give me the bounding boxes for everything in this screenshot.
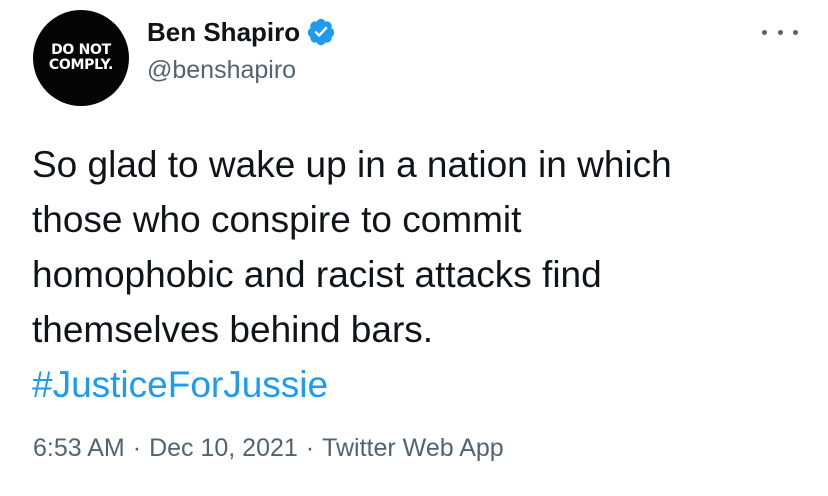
avatar-text-line-1: DO NOT (51, 42, 111, 58)
tweet-date-link[interactable]: Dec 10, 2021 (149, 434, 298, 462)
tweet-time-link[interactable]: 6:53 AM (33, 434, 125, 462)
tweet-text: So glad to wake up in a nation in which … (32, 137, 812, 412)
tweet-source-link[interactable]: Twitter Web App (322, 434, 504, 462)
user-handle[interactable]: @benshapiro (147, 54, 336, 86)
tweet-text-line: themselves behind bars. (32, 309, 434, 350)
tweet-text-line: homophobic and racist attacks find (32, 254, 602, 295)
avatar[interactable]: DO NOT COMPLY. (33, 10, 129, 106)
tweet-card: DO NOT COMPLY. Ben Shapiro @benshapiro S… (0, 0, 828, 496)
more-options-icon[interactable] (762, 22, 798, 42)
more-dot-icon (777, 29, 783, 35)
meta-separator: · (132, 434, 142, 462)
author-block: Ben Shapiro @benshapiro (147, 16, 336, 86)
more-dot-icon (793, 29, 798, 35)
tweet-text-line: So glad to wake up in a nation in which (32, 144, 672, 185)
meta-separator: · (305, 434, 315, 462)
hashtag-link[interactable]: #JusticeForJussie (32, 357, 812, 412)
avatar-text-line-2: COMPLY. (48, 57, 114, 73)
verified-badge-icon (308, 18, 335, 46)
name-row: Ben Shapiro (147, 16, 336, 48)
display-name[interactable]: Ben Shapiro (147, 16, 300, 48)
tweet-text-line: those who conspire to commit (32, 199, 522, 240)
more-dot-icon (762, 29, 767, 35)
tweet-metadata: 6:53 AM · Dec 10, 2021 · Twitter Web App (33, 432, 504, 464)
